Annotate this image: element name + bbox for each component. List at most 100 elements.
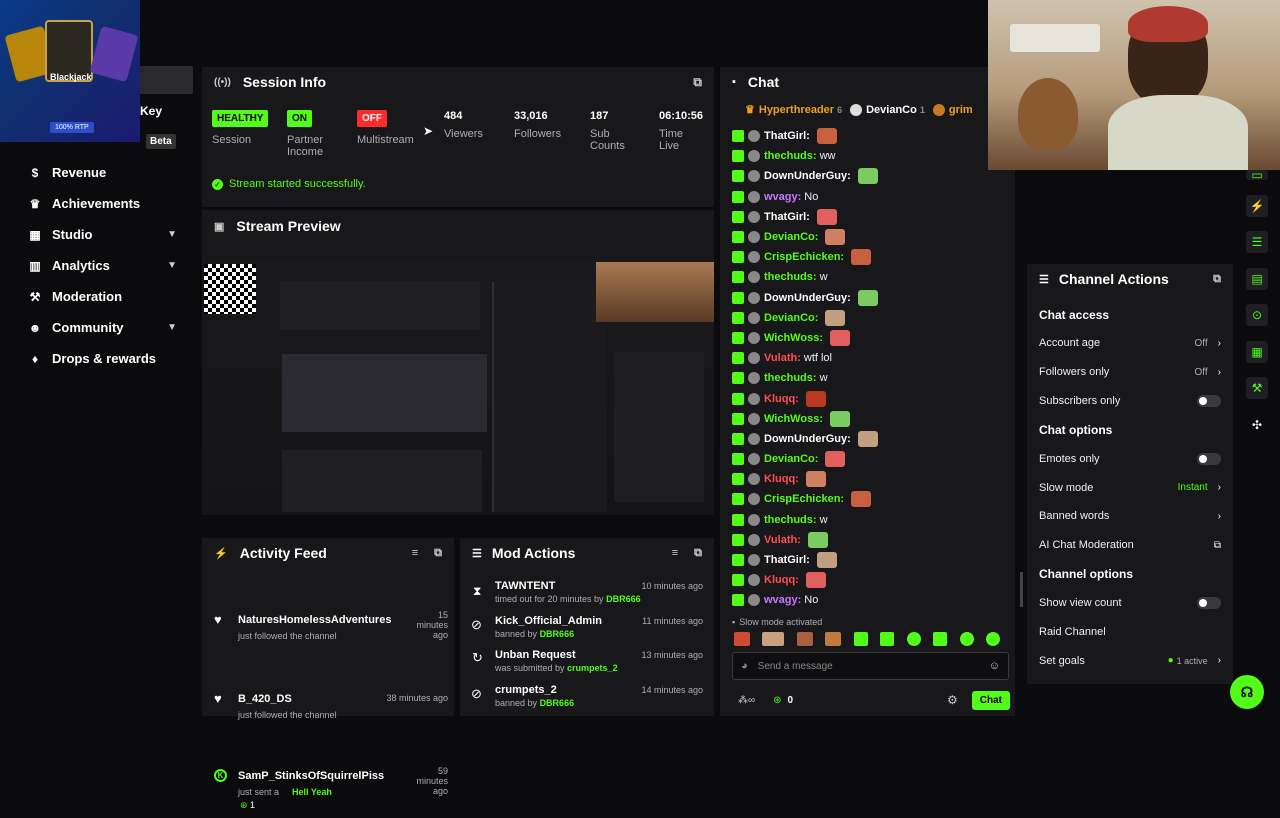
popout-icon[interactable]: ⧉ xyxy=(694,547,702,560)
chat-username[interactable]: DevianCo: xyxy=(764,231,818,243)
chat-bubble-icon[interactable]: ▤ xyxy=(1246,267,1268,290)
set-goals-setting[interactable]: Set goals ● 1 active › xyxy=(1027,646,1233,675)
chat-username[interactable]: DevianCo: xyxy=(764,453,818,465)
wrench-icon[interactable]: ⚒ xyxy=(1246,377,1268,399)
send-chat-button[interactable]: Chat xyxy=(971,690,1010,710)
chat-username[interactable]: thechuds: xyxy=(764,271,817,283)
emoji-picker-icon[interactable]: ☺ xyxy=(989,660,1000,672)
followers-only-setting[interactable]: Followers only Off › xyxy=(1027,358,1233,387)
show-view-count-setting[interactable]: Show view count xyxy=(1027,589,1233,618)
banned-words-setting[interactable]: Banned words › xyxy=(1027,502,1233,531)
promo-banner[interactable]: Blackjack 100% RTP xyxy=(0,0,140,142)
gifter-name[interactable]: grim xyxy=(949,104,973,116)
slow-mode-setting[interactable]: Slow mode Instant › xyxy=(1027,473,1233,502)
chat-username[interactable]: CrispEchicken: xyxy=(764,493,844,505)
popout-icon[interactable]: ⧉ xyxy=(1213,273,1221,286)
filter-icon[interactable]: ≡ xyxy=(412,547,418,559)
emotes-only-toggle[interactable] xyxy=(1197,452,1221,465)
layout-icon[interactable]: ▦ xyxy=(1246,340,1268,363)
emote-icon[interactable] xyxy=(825,632,842,646)
emote-icon[interactable] xyxy=(906,632,921,646)
mod-by[interactable]: DBR666 xyxy=(540,698,575,708)
mod-by[interactable]: DBR666 xyxy=(540,629,575,639)
help-button[interactable]: ☊ xyxy=(1230,675,1264,709)
emote-icon[interactable] xyxy=(734,632,750,646)
chat-username[interactable]: thechuds: xyxy=(764,372,817,384)
sidebar-key-label[interactable]: Key xyxy=(140,104,162,118)
broadcast-icon[interactable]: ⊙ xyxy=(1246,304,1268,326)
chat-settings-icon[interactable]: ⚙ xyxy=(947,693,958,707)
mod-by[interactable]: crumpets_2 xyxy=(567,663,618,673)
chat-username[interactable]: Vulath: xyxy=(764,352,801,364)
chat-username[interactable]: Vulath: xyxy=(764,534,801,546)
bolt-icon[interactable]: ⚡ xyxy=(1246,194,1268,217)
popout-icon[interactable]: ⧉ xyxy=(434,547,442,560)
chevron-down-icon[interactable]: ▼ xyxy=(167,229,177,240)
stat-multistream[interactable]: OFF Multistream xyxy=(357,110,414,146)
emote-icon[interactable] xyxy=(796,632,813,646)
mod-user[interactable]: crumpets_2 xyxy=(495,684,557,696)
chat-username[interactable]: wvagy: xyxy=(764,594,801,606)
sidebar-item-drops[interactable]: ♦ Drops & rewards xyxy=(0,343,195,374)
gifter-name[interactable]: DevianCo xyxy=(866,104,917,116)
puzzle-icon[interactable]: ✣ xyxy=(1246,414,1268,436)
emote-icon[interactable] xyxy=(985,632,1000,646)
emotes-only-setting[interactable]: Emotes only xyxy=(1027,444,1233,473)
chat-input[interactable]: ◕ Send a message ☺ xyxy=(732,652,1009,680)
stat-partner-income[interactable]: ON Partner Income xyxy=(287,110,339,158)
chat-username[interactable]: Kluqq: xyxy=(764,574,799,586)
sidebar-item-revenue[interactable]: $ Revenue xyxy=(0,157,195,188)
sidebar-item-achievements[interactable]: ♛ Achievements xyxy=(0,188,195,219)
mod-user[interactable]: TAWNTENT xyxy=(495,580,555,592)
chat-username[interactable]: ThatGirl: xyxy=(764,211,810,223)
stream-preview-video[interactable] xyxy=(202,262,714,515)
emote-icon[interactable] xyxy=(853,632,868,646)
show-view-count-toggle[interactable] xyxy=(1197,596,1221,609)
infinity-icon[interactable]: ⁂∞ xyxy=(738,695,755,706)
chevron-down-icon[interactable]: ▼ xyxy=(167,260,177,271)
chat-username[interactable]: WichWoss: xyxy=(764,332,823,344)
ai-moderation-setting[interactable]: AI Chat Moderation ⧉ xyxy=(1027,531,1233,560)
sidebar-item-analytics[interactable]: ▥ Analytics ▼ xyxy=(0,250,195,281)
sidebar-item-community[interactable]: ☻ Community ▼ xyxy=(0,312,195,343)
sidebar-selected-item[interactable] xyxy=(140,66,193,94)
chat-username[interactable]: DownUnderGuy: xyxy=(764,170,851,182)
list-icon[interactable]: ☰ xyxy=(1246,231,1268,253)
chat-emoji-icon[interactable]: ◕ xyxy=(741,660,748,672)
chat-scrollbar[interactable] xyxy=(1020,572,1023,607)
emote-icon[interactable] xyxy=(959,632,974,646)
rail-button-top[interactable]: ▭ xyxy=(1246,168,1268,182)
mod-user[interactable]: Unban Request xyxy=(495,649,576,661)
subscribers-only-toggle[interactable] xyxy=(1197,394,1221,407)
chat-username[interactable]: thechuds: xyxy=(764,150,817,162)
chat-username[interactable]: DownUnderGuy: xyxy=(764,433,851,445)
emote-icon[interactable] xyxy=(880,632,895,646)
chat-username[interactable]: Kluqq: xyxy=(764,473,799,485)
mod-user[interactable]: Kick_Official_Admin xyxy=(495,615,602,627)
list-icon: ☰ xyxy=(472,547,482,560)
account-age-setting[interactable]: Account age Off › xyxy=(1027,329,1233,358)
raid-channel-button[interactable]: Raid Channel xyxy=(1027,617,1233,646)
sidebar-item-studio[interactable]: ▦ Studio ▼ xyxy=(0,219,195,250)
chat-username[interactable]: WichWoss: xyxy=(764,413,823,425)
chat-username[interactable]: Kluqq: xyxy=(764,393,799,405)
subscribers-only-setting[interactable]: Subscribers only xyxy=(1027,387,1233,416)
chat-username[interactable]: DevianCo: xyxy=(764,312,818,324)
mod-by[interactable]: DBR666 xyxy=(606,594,641,604)
filter-icon[interactable]: ≡ xyxy=(672,547,678,559)
chat-username[interactable]: thechuds: xyxy=(764,514,817,526)
chevron-down-icon[interactable]: ▼ xyxy=(167,322,177,333)
chat-username[interactable]: ThatGirl: xyxy=(764,554,810,566)
chat-username[interactable]: CrispEchicken: xyxy=(764,251,844,263)
chat-username[interactable]: ThatGirl: xyxy=(764,130,810,142)
sidebar-item-moderation[interactable]: ⚒ Moderation xyxy=(0,281,195,312)
gifter-name[interactable]: Hyperthreader xyxy=(759,104,834,116)
popout-icon[interactable]: ⧉ xyxy=(693,75,702,90)
emote-icon[interactable] xyxy=(933,632,948,646)
chat-username[interactable]: DownUnderGuy: xyxy=(764,292,851,304)
chat-username[interactable]: wvagy: xyxy=(764,191,801,203)
feed-user[interactable]: B_420_DS xyxy=(238,693,292,705)
feed-user[interactable]: SamP_StinksOfSquirrelPiss xyxy=(238,770,388,782)
feed-user[interactable]: NaturesHomelessAdventures xyxy=(238,614,391,626)
emote-icon[interactable] xyxy=(762,632,785,646)
